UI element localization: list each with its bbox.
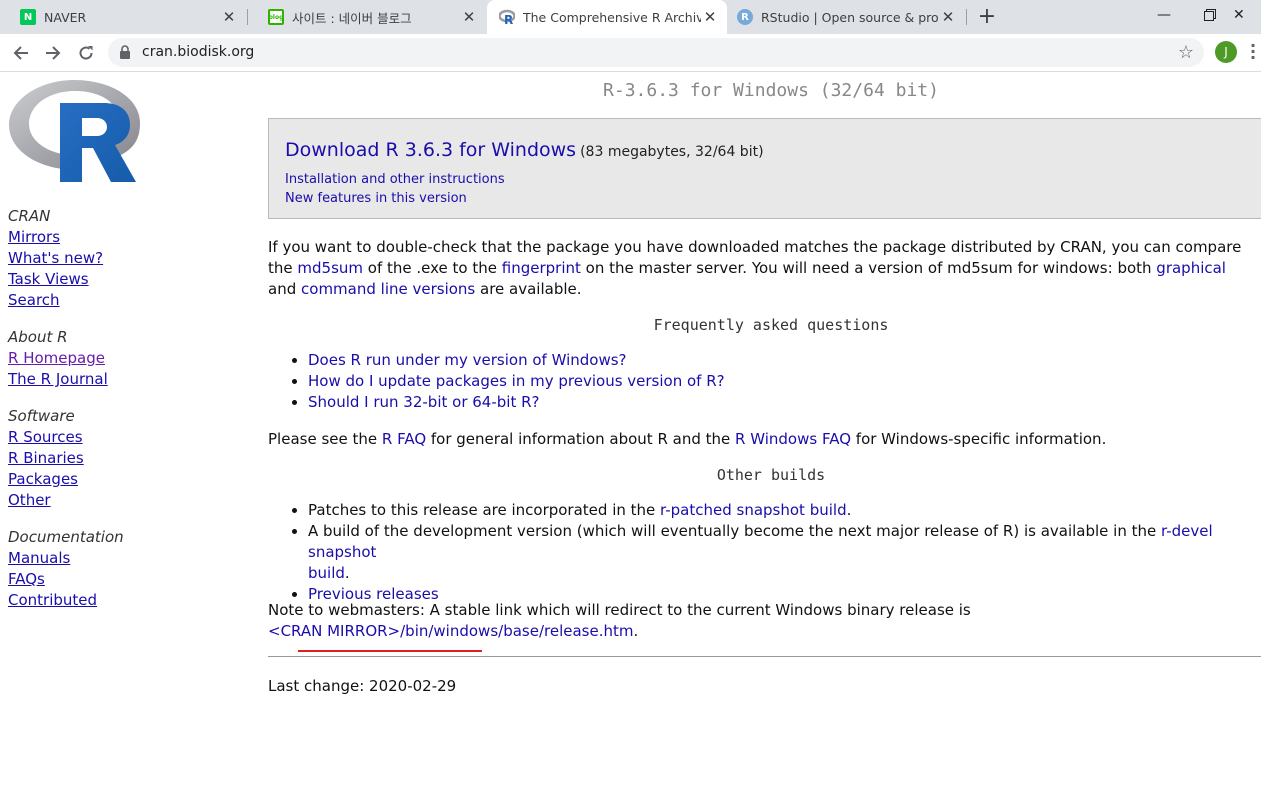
- webmaster-note: Note to webmasters: A stable link which …: [268, 601, 971, 640]
- tab-title: 사이트 : 네이버 블로그: [292, 10, 412, 26]
- blog-icon: blog: [268, 9, 284, 25]
- arrow-left-icon: [13, 46, 28, 60]
- tab-title: RStudio | Open source & profes: [761, 9, 939, 25]
- r-logo-icon: R: [499, 9, 515, 25]
- sidebar-link-r-binaries[interactable]: R Binaries: [8, 449, 84, 467]
- download-box: Download R 3.6.3 for Windows (83 megabyte…: [268, 118, 1261, 219]
- faq-list: Does R run under my version of Windows? …: [268, 350, 725, 413]
- close-icon[interactable]: ✕: [701, 8, 719, 26]
- tab-cran[interactable]: R The Comprehensive R Archive N ✕: [487, 0, 727, 34]
- fingerprint-link[interactable]: fingerprint: [502, 259, 581, 277]
- sidebar-heading-software: Software: [8, 407, 75, 425]
- svg-text:R: R: [504, 13, 513, 25]
- arrow-right-icon: [46, 46, 61, 60]
- reload-button[interactable]: [74, 41, 98, 65]
- tab-naver[interactable]: N NAVER ✕: [0, 0, 246, 34]
- last-change: Last change: 2020-02-29: [268, 677, 457, 695]
- release-link[interactable]: <CRAN MIRROR>/bin/windows/base/release.h…: [268, 622, 633, 640]
- list-item: Should I run 32-bit or 64-bit R?: [308, 392, 725, 413]
- list-item: Patches to this release are incorporated…: [308, 500, 1261, 521]
- sidebar-link-search[interactable]: Search: [8, 291, 60, 309]
- command-line-link[interactable]: command line versions: [301, 280, 475, 298]
- toolbar: cran.biodisk.org ☆ J · · ·: [0, 34, 1261, 72]
- faq-link-windows-version[interactable]: Does R run under my version of Windows?: [308, 351, 627, 369]
- menu-kebab-icon[interactable]: · · ·: [1250, 38, 1256, 66]
- install-instructions-link[interactable]: Installation and other instructions: [285, 172, 505, 187]
- url-text: cran.biodisk.org: [142, 44, 255, 60]
- new-tab-button[interactable]: +: [976, 4, 998, 29]
- close-window-button[interactable]: ✕: [1233, 0, 1261, 30]
- back-button[interactable]: [9, 41, 33, 65]
- forward-button[interactable]: [41, 41, 65, 65]
- close-icon[interactable]: ✕: [220, 8, 238, 26]
- tab-title: NAVER: [44, 9, 87, 25]
- sidebar-link-r-journal[interactable]: The R Journal: [8, 370, 108, 388]
- r-patched-link[interactable]: r-patched snapshot build: [660, 501, 847, 519]
- reload-icon: [79, 46, 93, 60]
- download-size: (83 megabytes, 32/64 bit): [580, 144, 764, 160]
- red-underline-annotation: [298, 650, 482, 652]
- r-faq-link[interactable]: R FAQ: [382, 430, 426, 448]
- rstudio-icon: R: [737, 9, 753, 25]
- md5-paragraph: If you want to double-check that the pac…: [268, 238, 1242, 298]
- tab-strip: N NAVER ✕ blog 사이트 : 네이버 블로그 ✕ R The Com…: [0, 0, 1261, 34]
- sidebar-link-faqs[interactable]: FAQs: [8, 570, 45, 588]
- sidebar-heading-cran: CRAN: [8, 207, 51, 225]
- sidebar-link-manuals[interactable]: Manuals: [8, 549, 70, 567]
- naver-icon: N: [20, 9, 36, 25]
- tab-title: The Comprehensive R Archive N: [523, 9, 701, 25]
- tab-naver-blog[interactable]: blog 사이트 : 네이버 블로그 ✕: [248, 0, 486, 34]
- faq-heading: Frequently asked questions: [653, 316, 889, 334]
- other-builds-heading: Other builds: [716, 466, 826, 484]
- faq-link-update-packages[interactable]: How do I update packages in my previous …: [308, 372, 725, 390]
- sidebar-link-r-homepage[interactable]: R Homepage: [8, 349, 105, 367]
- sidebar-link-contributed[interactable]: Contributed: [8, 591, 97, 609]
- bookmark-star-icon[interactable]: ☆: [1178, 42, 1194, 63]
- close-icon[interactable]: ✕: [460, 8, 478, 26]
- sidebar-link-packages[interactable]: Packages: [8, 470, 78, 488]
- page-content: CRAN Mirrors What's new? Task Views Sear…: [0, 72, 1261, 794]
- sidebar-link-whats-new[interactable]: What's new?: [8, 249, 103, 267]
- sidebar-heading-about: About R: [8, 328, 68, 346]
- page-title: R-3.6.3 for Windows (32/64 bit): [603, 80, 939, 101]
- sidebar-link-task-views[interactable]: Task Views: [8, 270, 89, 288]
- sidebar-link-r-sources[interactable]: R Sources: [8, 428, 83, 446]
- sidebar-link-mirrors[interactable]: Mirrors: [8, 228, 60, 246]
- list-item: A build of the development version (whic…: [308, 521, 1261, 584]
- profile-avatar[interactable]: J: [1215, 41, 1237, 63]
- r-logo[interactable]: [8, 78, 144, 184]
- divider: [268, 656, 1261, 657]
- r-windows-faq-link[interactable]: R Windows FAQ: [735, 430, 851, 448]
- faq-link-32-64-bit[interactable]: Should I run 32-bit or 64-bit R?: [308, 393, 539, 411]
- tab-separator: [966, 9, 967, 25]
- sidebar-heading-documentation: Documentation: [8, 528, 124, 546]
- restore-button[interactable]: [1187, 0, 1233, 30]
- minimize-button[interactable]: —: [1141, 0, 1187, 30]
- address-bar[interactable]: cran.biodisk.org ☆: [108, 38, 1204, 67]
- graphical-link[interactable]: graphical: [1156, 259, 1226, 277]
- restore-icon: [1204, 9, 1216, 21]
- tab-rstudio[interactable]: R RStudio | Open source & profes ✕: [727, 0, 965, 34]
- sidebar-link-other[interactable]: Other: [8, 491, 51, 509]
- lock-icon: [120, 45, 130, 59]
- new-features-link[interactable]: New features in this version: [285, 191, 467, 206]
- download-link[interactable]: Download R 3.6.3 for Windows: [285, 139, 576, 161]
- close-icon[interactable]: ✕: [939, 8, 957, 26]
- list-item: How do I update packages in my previous …: [308, 371, 725, 392]
- list-item: Does R run under my version of Windows?: [308, 350, 725, 371]
- md5sum-link[interactable]: md5sum: [297, 259, 363, 277]
- faq-see-paragraph: Please see the R FAQ for general informa…: [268, 430, 1107, 448]
- other-builds-list: Patches to this release are incorporated…: [268, 500, 1261, 605]
